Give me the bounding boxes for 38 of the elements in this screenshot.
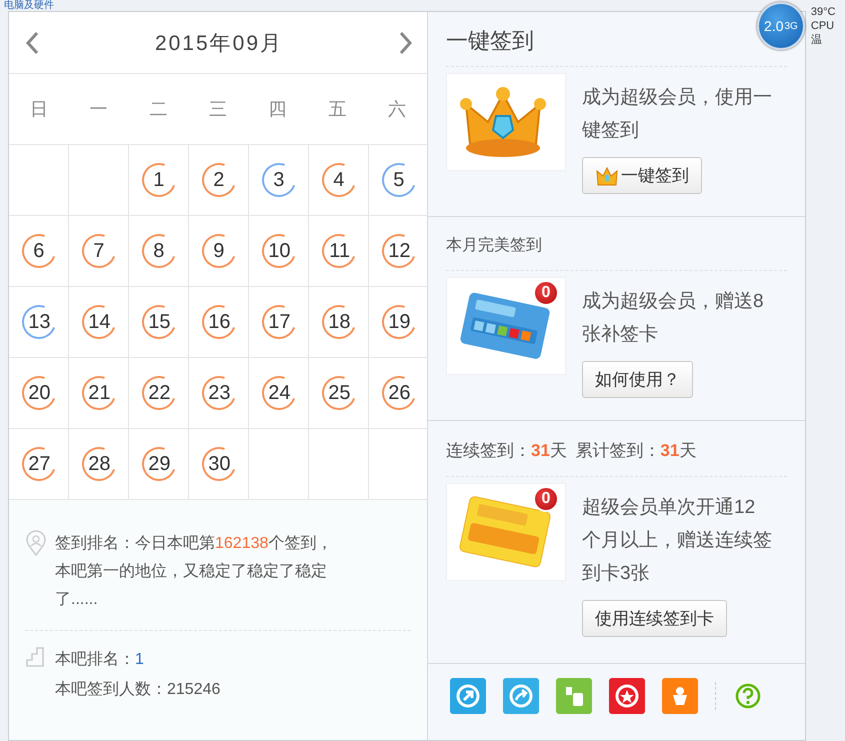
weekday-label: 日: [30, 98, 48, 121]
tool-button[interactable]: [503, 678, 539, 714]
action-button[interactable]: 使用连续签到卡: [582, 600, 727, 637]
action-button[interactable]: 一键签到: [582, 157, 702, 194]
tool-button[interactable]: [662, 678, 698, 714]
help-icon: [734, 682, 762, 710]
offer-text: 成为超级会员，使用一键签到: [582, 86, 772, 143]
offer-text: 超级会员单次开通12个月以上，赠送连续签到卡3张: [582, 496, 772, 586]
weekday-label: 四: [268, 98, 287, 121]
tool-button[interactable]: [450, 678, 486, 714]
chevron-left-icon: [25, 30, 39, 54]
previous-month-button[interactable]: [25, 30, 39, 54]
location-pin-icon: [25, 530, 47, 556]
weekday-label: 三: [208, 98, 227, 121]
month-title: 2015年09月: [154, 30, 284, 56]
offer-text: 成为超级会员，赠送8张补签卡: [582, 290, 765, 347]
weekday-label: 一: [90, 98, 108, 121]
tool-button[interactable]: [609, 678, 645, 714]
weekday-label: 二: [149, 98, 168, 121]
tool-button[interactable]: [556, 678, 592, 714]
section-heading: 本月完美签到: [446, 236, 543, 256]
weekday-label: 五: [328, 98, 346, 121]
streak-text: 连续签到：31天 累计签到：31天: [446, 440, 698, 462]
count-badge: 0: [533, 280, 559, 306]
temperature: 39°C: [810, 5, 836, 19]
cpu-label: CPU温: [810, 19, 836, 47]
crown-icon: [595, 164, 619, 186]
count-badge: 0: [533, 486, 559, 512]
chevron-right-icon: [398, 30, 413, 54]
help-button[interactable]: [734, 682, 762, 710]
weekday-label: 六: [388, 98, 406, 121]
curve-icon: [508, 683, 534, 709]
sign-in-count: 本吧签到人数：215246: [55, 680, 220, 700]
next-month-button[interactable]: [398, 30, 413, 54]
panel-title: 一键签到: [446, 27, 534, 55]
ranking-text: 签到排名：今日本吧第162138个签到，本吧第一的地位，又稳定了稳定了稳定了......: [55, 534, 334, 610]
forum-rank: 本吧排名：1: [55, 650, 145, 670]
action-button[interactable]: 如何使用？: [582, 361, 693, 398]
